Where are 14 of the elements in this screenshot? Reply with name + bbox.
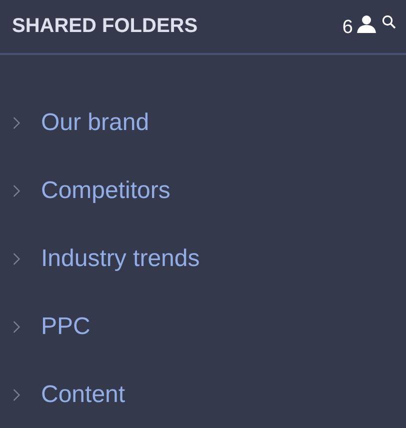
folder-item[interactable]: Content bbox=[41, 381, 126, 409]
member-count: 6 bbox=[342, 16, 353, 38]
search-icon[interactable] bbox=[382, 14, 396, 28]
panel-title: SHARED FOLDERS bbox=[12, 15, 199, 38]
chevron-icon[interactable] bbox=[12, 320, 21, 334]
chevron-icon[interactable] bbox=[12, 184, 21, 198]
folder-item[interactable]: Industry trends bbox=[41, 245, 200, 273]
folder-item[interactable]: Competitors bbox=[41, 177, 170, 205]
folder-item[interactable]: Our brand bbox=[41, 109, 150, 137]
folder-item[interactable]: PPC bbox=[41, 313, 90, 341]
person-icon[interactable] bbox=[357, 14, 376, 32]
chevron-icon[interactable] bbox=[12, 388, 21, 402]
chevron-icon[interactable] bbox=[12, 116, 21, 130]
chevron-icon[interactable] bbox=[12, 252, 21, 266]
